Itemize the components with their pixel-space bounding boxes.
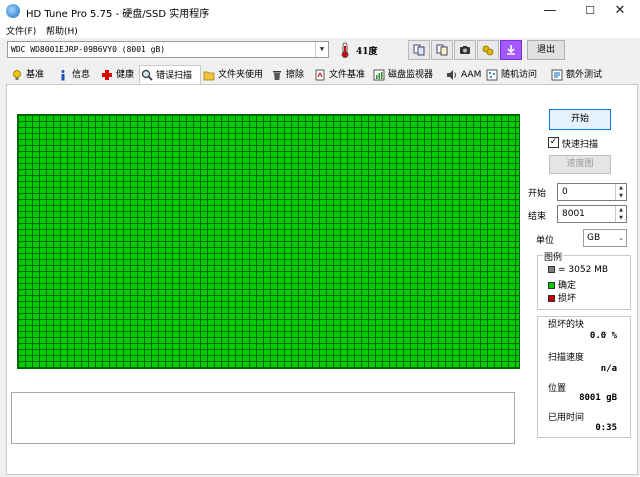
legend-damaged: 损坏 <box>548 291 576 304</box>
copy-text-button[interactable] <box>431 40 453 60</box>
tab-benchmark[interactable]: 基准 <box>10 66 44 84</box>
screenshot-camera-icon <box>460 46 470 54</box>
chevron-down-icon[interactable]: ⌄ <box>618 230 624 246</box>
scan-log-box[interactable] <box>11 392 515 444</box>
start-position-input[interactable]: 0 ▲ ▼ <box>557 183 627 201</box>
tab-aam[interactable]: AAM <box>445 66 481 84</box>
hdtune-logo-icon <box>6 4 20 18</box>
window-title: HD Tune Pro 5.75 - 硬盘/SSD 实用程序 <box>26 9 210 20</box>
legend-ok-text: 确定 <box>558 281 577 291</box>
damaged-blocks-label: 损坏的块 <box>548 320 585 330</box>
title-bar: HD Tune Pro 5.75 - 硬盘/SSD 实用程序 — ☐ ✕ <box>0 0 640 22</box>
unit-label: 单位 <box>536 236 555 246</box>
file-benchmark-icon <box>315 69 325 81</box>
options-wrench-icon <box>482 45 494 56</box>
legend-group: 图例 = 3052 MB 确定 损坏 <box>537 250 631 310</box>
damaged-swatch-icon <box>548 295 555 302</box>
tab-label: 擦除 <box>286 70 305 80</box>
health-cross-icon <box>102 70 112 80</box>
ok-swatch-icon <box>548 282 555 289</box>
speaker-icon <box>447 70 456 80</box>
tab-file-benchmark[interactable]: 文件基准 <box>313 66 365 84</box>
position-value: 8001 gB <box>579 393 617 403</box>
legend-title: 图例 <box>543 250 564 263</box>
drive-select-value: WDC WD8001EJRP-09B6VY0 (8001 gB) <box>11 45 166 54</box>
tab-label: 额外测试 <box>566 70 603 80</box>
spin-arrows-icon[interactable]: ▲ ▼ <box>615 184 626 200</box>
damaged-blocks-value: 0.0 % <box>589 331 617 341</box>
copy-info-button[interactable] <box>408 40 430 60</box>
extra-tests-icon <box>551 69 563 81</box>
save-download-icon <box>507 45 515 55</box>
scan-stats-group: 损坏的块 0.0 % 扫描速度 n/a 位置 8001 gB 已用时间 0:35 <box>537 316 631 438</box>
legend-ok: 确定 <box>548 278 576 291</box>
quick-scan-checkbox[interactable]: ✓ <box>548 137 559 148</box>
end-position-input[interactable]: 8001 ▲ ▼ <box>557 205 627 223</box>
minimize-button[interactable]: — <box>530 0 570 22</box>
thermometer-icon <box>341 42 349 58</box>
folder-icon <box>203 71 215 81</box>
speed-map-button: 速度图 <box>549 155 611 174</box>
unit-select[interactable]: GB ⌄ <box>583 229 627 247</box>
disk-monitor-icon <box>373 69 385 81</box>
tab-label: 文件夹使用 <box>218 70 264 80</box>
scan-speed-value: n/a <box>600 364 617 374</box>
unit-select-value: GB <box>587 233 601 243</box>
tab-erase[interactable]: 擦除 <box>270 66 304 84</box>
tab-error-scan[interactable]: 错误扫描 <box>139 65 201 85</box>
random-access-icon <box>486 69 498 81</box>
elapsed-time-value: 0:35 <box>595 423 617 433</box>
block-swatch-icon <box>548 266 555 273</box>
legend-block-size: = 3052 MB <box>548 265 608 275</box>
start-position-value: 0 <box>562 187 568 197</box>
start-position-label: 开始 <box>528 189 547 199</box>
elapsed-time-label: 已用时间 <box>548 413 585 423</box>
drive-select[interactable]: WDC WD8001EJRP-09B6VY0 (8001 gB) ▼ <box>7 41 329 58</box>
temperature-readout: 41度 <box>356 47 378 57</box>
close-button[interactable]: ✕ <box>600 0 640 22</box>
tab-info[interactable]: 信息 <box>56 66 90 84</box>
trash-icon <box>273 71 281 80</box>
tab-label: AAM <box>461 70 482 80</box>
tab-label: 错误扫描 <box>156 71 193 81</box>
tab-label: 随机访问 <box>501 70 538 80</box>
scan-speed-label: 扫描速度 <box>548 353 585 363</box>
menu-bar: 文件(F) 帮助(H) <box>0 22 640 38</box>
tab-extra-tests[interactable]: 额外测试 <box>550 66 602 84</box>
tab-label: 信息 <box>72 70 91 80</box>
tab-folder-usage[interactable]: 文件夹使用 <box>202 66 263 84</box>
options-button[interactable] <box>477 40 499 60</box>
tab-label: 文件基准 <box>329 70 366 80</box>
tab-disk-monitor[interactable]: 磁盘监视器 <box>372 66 433 84</box>
chevron-down-icon[interactable]: ▼ <box>315 42 328 57</box>
tab-random-access[interactable]: 随机访问 <box>485 66 537 84</box>
menu-file[interactable]: 文件(F) <box>6 24 36 37</box>
benchmark-bulb-icon <box>13 70 21 80</box>
exit-button[interactable]: 退出 <box>527 40 565 60</box>
copy-text-icon <box>436 44 448 56</box>
screenshot-button[interactable] <box>454 40 476 60</box>
tab-label: 磁盘监视器 <box>388 70 434 80</box>
block-map <box>17 114 520 369</box>
tab-label: 基准 <box>26 70 45 80</box>
legend-block-size-text: = 3052 MB <box>558 265 609 275</box>
spin-arrows-icon[interactable]: ▲ ▼ <box>615 206 626 222</box>
legend-damaged-text: 损坏 <box>558 294 577 304</box>
end-position-value: 8001 <box>562 209 585 219</box>
copy-info-icon <box>413 44 425 56</box>
quick-scan-label: 快速扫描 <box>562 140 599 150</box>
tab-label: 健康 <box>116 70 135 80</box>
toolbar: WDC WD8001EJRP-09B6VY0 (8001 gB) ▼ 41度 退… <box>0 38 640 64</box>
position-label: 位置 <box>548 384 567 394</box>
menu-help[interactable]: 帮助(H) <box>46 24 78 37</box>
save-button[interactable] <box>500 40 522 60</box>
tab-strip: 基准 信息 健康 错误扫描 文件夹使用 擦除 文件基准 磁盘监视器 AAM 随机… <box>8 65 640 85</box>
start-scan-button[interactable]: 开始 <box>549 109 611 130</box>
info-icon <box>61 70 65 81</box>
tab-health[interactable]: 健康 <box>100 66 134 84</box>
app-window: HD Tune Pro 5.75 - 硬盘/SSD 实用程序 — ☐ ✕ 文件(… <box>0 0 640 477</box>
magnifier-icon <box>141 69 153 81</box>
end-position-label: 结束 <box>528 212 547 222</box>
